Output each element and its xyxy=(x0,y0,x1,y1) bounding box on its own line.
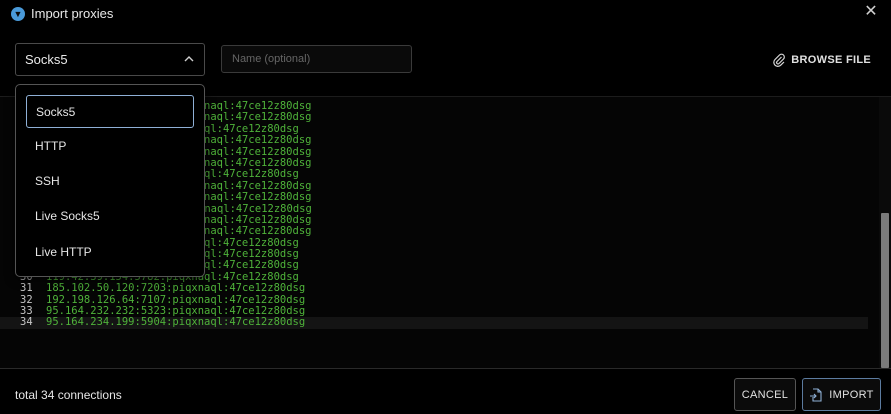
dropdown-option-live-socks5[interactable]: Live Socks5 xyxy=(26,200,194,233)
chevron-up-icon xyxy=(184,56,194,62)
protocol-select-value: Socks5 xyxy=(25,52,68,67)
line-text: 95.164.234.199:5904:piqxnaql:47ce12z80ds… xyxy=(46,316,306,329)
editor-scrollbar[interactable] xyxy=(879,97,891,369)
protocol-select[interactable]: Socks5 xyxy=(15,43,205,76)
line-number: 34 xyxy=(20,316,33,329)
dropdown-option-socks5[interactable]: Socks5 xyxy=(26,95,194,128)
dialog-footer: total 34 connections CANCEL IMPORT xyxy=(0,368,891,414)
dropdown-option-live-http[interactable]: Live HTTP xyxy=(26,236,194,269)
option-label: Live Socks5 xyxy=(35,209,100,223)
editor-line: 31 185.102.50.120:7203:piqxnaql:47ce12z80… xyxy=(0,282,868,295)
browse-file-label: BROWSE FILE xyxy=(791,54,871,66)
dropdown-option-ssh[interactable]: SSH xyxy=(26,165,194,198)
import-label: IMPORT xyxy=(829,388,874,401)
line-text: naql:47ce12z80dsg xyxy=(204,225,312,238)
line-text: naql:47ce12z80dsg xyxy=(204,191,312,204)
total-connections-text: total 34 connections xyxy=(15,388,122,402)
scrollbar-thumb[interactable] xyxy=(881,213,889,368)
protocol-dropdown: Socks5 HTTP SSH Live Socks5 Live HTTP xyxy=(15,84,205,277)
close-icon[interactable]: ✕ xyxy=(863,4,879,20)
dialog-title: Import proxies xyxy=(31,6,114,21)
name-input[interactable] xyxy=(221,45,412,73)
app-logo-icon: ▼ xyxy=(11,7,25,21)
line-text: naql:47ce12z80dsg xyxy=(204,134,312,147)
paperclip-icon xyxy=(773,53,786,67)
title-bar: ▼ Import proxies ✕ xyxy=(0,0,891,28)
option-label: SSH xyxy=(35,174,60,188)
file-import-icon xyxy=(810,387,822,402)
option-label: HTTP xyxy=(35,139,67,153)
dropdown-option-http[interactable]: HTTP xyxy=(26,130,194,163)
cancel-label: CANCEL xyxy=(741,388,789,401)
option-label: Live HTTP xyxy=(35,245,92,259)
line-number: 31 xyxy=(20,282,33,295)
line-text: 185.102.50.120:7203:piqxnaql:47ce12z80ds… xyxy=(46,282,306,295)
cancel-button[interactable]: CANCEL xyxy=(734,378,796,411)
import-button[interactable]: IMPORT xyxy=(802,378,881,411)
browse-file-button[interactable]: BROWSE FILE xyxy=(773,51,871,69)
option-label: Socks5 xyxy=(36,105,76,119)
import-proxies-dialog: ▼ Import proxies ✕ Socks5 BROWSE FILE na… xyxy=(0,0,891,414)
editor-line-active: 34 95.164.234.199:5904:piqxnaql:47ce12z80… xyxy=(0,316,868,329)
